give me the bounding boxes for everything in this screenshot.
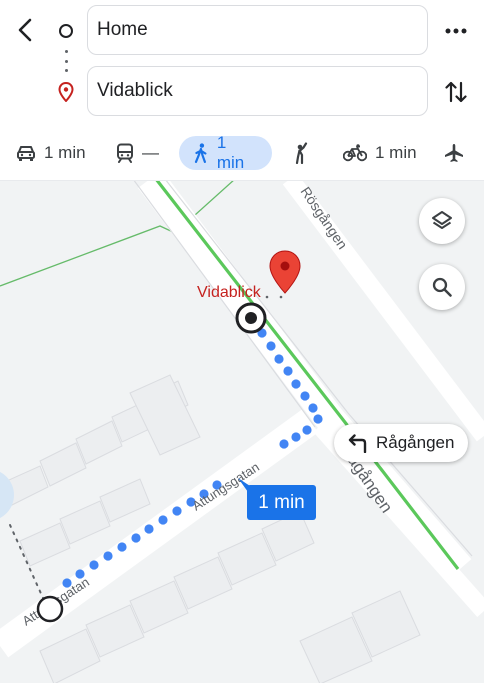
airplane-icon xyxy=(445,144,463,162)
origin-input[interactable]: Home xyxy=(87,5,428,55)
destination-target-icon xyxy=(235,302,267,334)
tab-drive[interactable]: 1 min xyxy=(16,136,86,170)
directions-header: Home Vidablick 1 min — 1 min 1 min xyxy=(0,0,484,180)
back-arrow-icon xyxy=(18,18,32,42)
more-horiz-icon xyxy=(445,28,467,34)
map-pin-icon xyxy=(265,250,301,299)
swap-button[interactable] xyxy=(440,76,472,108)
tab-walk[interactable]: 1 min xyxy=(179,133,272,172)
transit-time: — xyxy=(142,143,159,162)
street-label-rosgangen: Rösgången xyxy=(298,184,351,252)
bike-time: 1 min xyxy=(375,143,417,162)
ride-hail-icon xyxy=(295,142,308,164)
walk-time: 1 min xyxy=(216,133,245,172)
turn-instruction-chip[interactable]: Rågången xyxy=(334,424,468,462)
walk-icon xyxy=(194,143,207,163)
bike-icon xyxy=(343,144,367,162)
origin-value: Home xyxy=(97,19,148,40)
layers-button[interactable] xyxy=(419,198,465,244)
map-view[interactable]: Rösgången Rågången Attungsgatan Attungsg… xyxy=(0,180,484,683)
eta-callout-pointer xyxy=(238,478,250,492)
destination-pin-icon xyxy=(58,81,74,107)
transit-icon xyxy=(117,143,133,163)
tab-ride-hail[interactable] xyxy=(292,136,310,170)
eta-text: 1 min xyxy=(258,491,305,513)
swap-vert-icon xyxy=(445,81,467,103)
tab-transit[interactable]: — xyxy=(116,136,159,170)
destination-value: Vidablick xyxy=(97,80,173,101)
layers-icon xyxy=(432,211,452,229)
search-button[interactable] xyxy=(419,264,465,310)
destination-map-label[interactable]: Vidablick xyxy=(197,284,261,302)
turn-left-icon xyxy=(348,434,367,453)
origin-marker-icon xyxy=(36,595,64,623)
route-dots-icon xyxy=(65,50,68,72)
back-button[interactable] xyxy=(10,14,42,46)
car-icon xyxy=(17,146,35,161)
tab-bike[interactable]: 1 min xyxy=(343,136,417,170)
destination-input[interactable]: Vidablick xyxy=(87,66,428,116)
turn-instruction-text: Rågången xyxy=(376,433,455,452)
drive-time: 1 min xyxy=(44,143,86,162)
eta-callout: 1 min xyxy=(247,485,316,520)
tab-flight[interactable] xyxy=(444,136,464,170)
search-icon xyxy=(432,277,452,297)
more-options-button[interactable] xyxy=(440,18,472,44)
origin-circle-icon xyxy=(59,24,73,38)
